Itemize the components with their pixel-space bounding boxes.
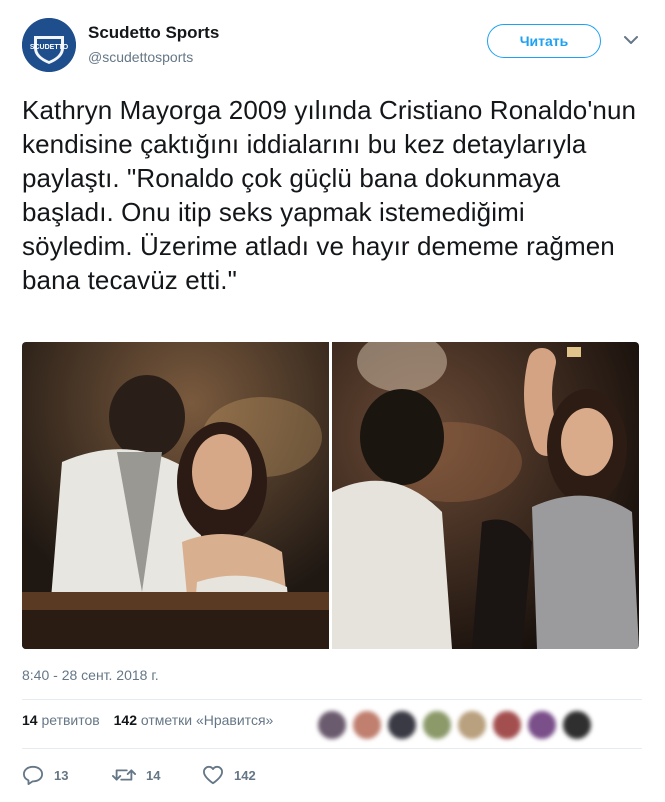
tweet-text: Kathryn Mayorga 2009 yılında Cristiano R… bbox=[22, 95, 637, 295]
retweet-icon bbox=[112, 769, 136, 781]
liker-avatar[interactable] bbox=[316, 709, 348, 741]
retweets-stat[interactable]: 14 ретвитов bbox=[22, 712, 100, 728]
chevron-down-icon[interactable] bbox=[623, 32, 639, 48]
liker-avatar[interactable] bbox=[386, 709, 418, 741]
tweet-timestamp[interactable]: 8:40 - 28 сент. 2018 г. bbox=[22, 667, 159, 683]
author-name[interactable]: Scudetto Sports bbox=[88, 23, 219, 43]
reply-count: 13 bbox=[54, 767, 69, 783]
retweet-button[interactable]: 14 bbox=[112, 762, 160, 788]
follow-button[interactable]: Читать bbox=[487, 24, 601, 58]
retweets-count: 14 bbox=[22, 712, 38, 728]
photo-1-image bbox=[22, 342, 329, 649]
heart-icon bbox=[203, 765, 223, 785]
likes-count: 142 bbox=[113, 712, 137, 728]
reply-icon bbox=[22, 765, 43, 785]
likes-stat[interactable]: 142 отметки «Нравится» bbox=[114, 712, 274, 728]
likes-label: отметки «Нравится» bbox=[140, 712, 274, 728]
liker-avatar[interactable] bbox=[351, 709, 383, 741]
tweet-photo-2[interactable] bbox=[332, 342, 639, 649]
avatar-logo-text: SCUDETTO bbox=[30, 44, 69, 51]
divider-top bbox=[22, 699, 642, 700]
liker-avatar[interactable] bbox=[456, 709, 488, 741]
liker-avatar[interactable] bbox=[421, 709, 453, 741]
like-count: 142 bbox=[234, 767, 256, 783]
divider-bottom bbox=[22, 748, 642, 749]
liker-avatar[interactable] bbox=[561, 709, 593, 741]
tweet-media bbox=[22, 342, 639, 649]
author-handle[interactable]: @scudettosports bbox=[88, 49, 193, 65]
tweet-header: SCUDETTO Scudetto Sports @scudettosports… bbox=[22, 18, 647, 74]
liker-avatar[interactable] bbox=[491, 709, 523, 741]
scudetto-logo-icon: SCUDETTO bbox=[22, 18, 76, 72]
like-button[interactable]: 142 bbox=[202, 762, 256, 788]
reply-button[interactable]: 13 bbox=[22, 762, 68, 788]
retweets-label: ретвитов bbox=[41, 712, 100, 728]
tweet-photo-1[interactable] bbox=[22, 342, 329, 649]
avatar[interactable]: SCUDETTO bbox=[22, 18, 76, 72]
tweet-stats: 14 ретвитов 142 отметки «Нравится» bbox=[22, 712, 283, 738]
retweet-count: 14 bbox=[146, 767, 161, 783]
photo-2-image bbox=[332, 342, 639, 649]
liker-avatar[interactable] bbox=[526, 709, 558, 741]
